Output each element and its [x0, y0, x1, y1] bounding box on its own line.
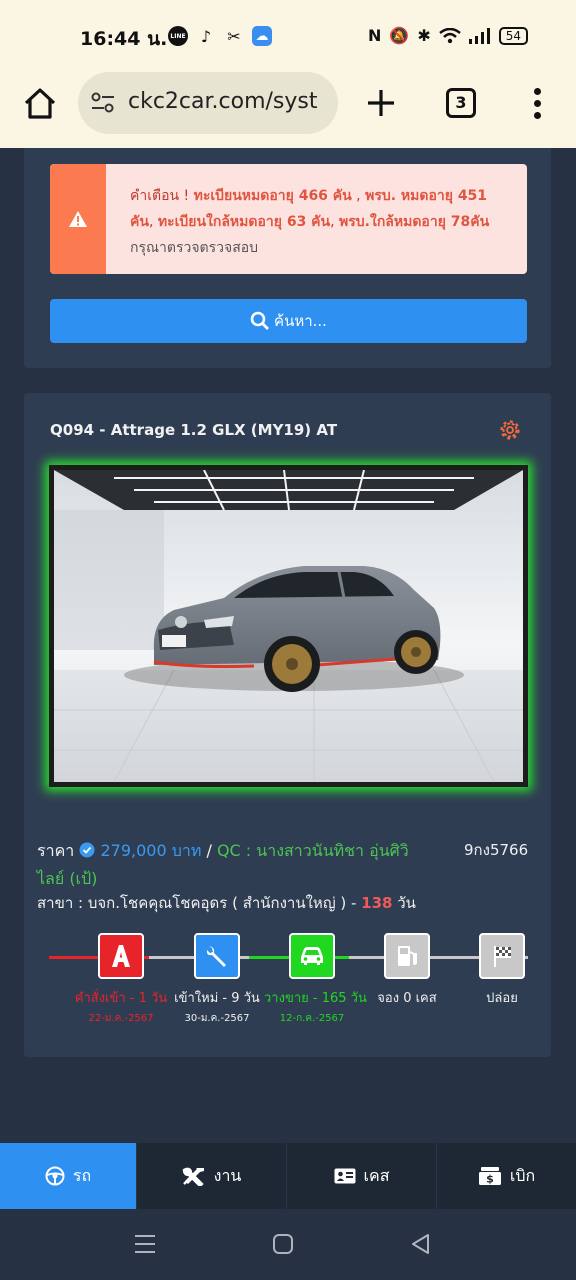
- nav-label: เคส: [363, 1165, 390, 1185]
- new-tab-button[interactable]: [364, 86, 398, 120]
- timeline-date: 12-ก.ค.-2567: [279, 1013, 345, 1024]
- search-button[interactable]: ค้นหา...: [50, 299, 527, 343]
- car-price-info: ราคา 279,000 บาท / QC : นางสาวนันทิชา อุ…: [37, 837, 417, 893]
- recent-apps-button[interactable]: [134, 1233, 156, 1255]
- svg-text:$: $: [486, 1173, 494, 1186]
- timeline-label: วางขาย - 165 วัน: [264, 991, 367, 1006]
- timeline-step-new[interactable]: เข้าใหม่ - 9 วัน 30-ม.ค.-2567: [169, 933, 265, 1026]
- signal-icon: [468, 27, 490, 44]
- weather-app-icon: ☁: [252, 26, 272, 46]
- nav-label: เบิก: [509, 1165, 536, 1185]
- battery-icon: 54: [498, 26, 528, 45]
- steering-wheel-icon: [45, 1166, 65, 1186]
- status-time: 16:44 น.: [80, 28, 168, 50]
- plate-in-photo: [162, 635, 186, 647]
- more-dot-icon: [534, 88, 541, 95]
- alert-card: คำเตือน ! ทะเบียนหมดอายุ 466 คัน , พรบ. …: [24, 148, 551, 368]
- id-card-icon: [334, 1168, 356, 1184]
- status-app-icons: LINE ♪ ✂ ☁: [168, 26, 272, 46]
- price-label: ราคา: [37, 841, 75, 860]
- more-dot-icon: [534, 112, 541, 119]
- more-menu-button[interactable]: [528, 86, 548, 120]
- branch-days: 138: [361, 894, 393, 912]
- url-bar[interactable]: ckc2car.com/syst: [78, 72, 338, 134]
- line-app-icon: LINE: [168, 26, 188, 46]
- branch-info: สาขา : บจก.โชคคุณโชคอุดร ( สำนักงานใหญ่ …: [37, 891, 416, 915]
- verified-icon: [79, 842, 95, 858]
- wrench-icon: [194, 933, 240, 979]
- bluetooth-icon: ✱: [417, 26, 431, 45]
- timeline-date: 30-ม.ค.-2567: [184, 1013, 250, 1024]
- system-nav-bar: [0, 1209, 576, 1280]
- url-text: ckc2car.com/syst: [128, 89, 318, 114]
- timeline-step-released[interactable]: ปล่อย: [454, 933, 550, 1011]
- home-nav-button[interactable]: [273, 1234, 293, 1254]
- timeline-label: เข้าใหม่ - 9 วัน: [174, 991, 260, 1006]
- alert-prefix: คำเตือน !: [130, 188, 194, 204]
- browser-toolbar: ckc2car.com/syst 3: [0, 72, 576, 148]
- warning-icon: [69, 211, 87, 227]
- tools-icon: [182, 1167, 204, 1186]
- nav-item-car[interactable]: รถ: [0, 1143, 137, 1209]
- nav-item-work[interactable]: งาน: [137, 1143, 287, 1209]
- alert-message: คำเตือน ! ทะเบียนหมดอายุ 466 คัน , พรบ. …: [130, 183, 510, 261]
- alert-separator: ,: [330, 214, 340, 230]
- capcut-app-icon: ✂: [227, 26, 241, 46]
- wifi-icon: [438, 27, 461, 43]
- timeline-step-ordered[interactable]: คำสั่งเข้า - 1 วัน 22-ม.ค.-2567: [73, 933, 169, 1026]
- mute-icon: 🔕: [389, 26, 410, 45]
- site-settings-icon[interactable]: [90, 92, 116, 114]
- qc-separator: /: [201, 841, 217, 860]
- status-timeline: คำสั่งเข้า - 1 วัน 22-ม.ค.-2567 เข้าใหม่…: [49, 931, 528, 1041]
- alert-suffix: กรุณาตรวจตรวจสอบ: [130, 240, 259, 256]
- bottom-nav: รถ งาน เคส $ เบิก: [0, 1143, 576, 1209]
- home-button[interactable]: [20, 84, 60, 124]
- timeline-label: คำสั่งเข้า - 1 วัน: [74, 991, 168, 1006]
- expired-registration-count: ทะเบียนหมดอายุ 466 คัน: [193, 188, 352, 204]
- warning-alert: คำเตือน ! ทะเบียนหมดอายุ 466 คัน , พรบ. …: [50, 164, 527, 274]
- tab-switcher-button[interactable]: 3: [446, 88, 476, 118]
- timeline-label: ปล่อย: [486, 991, 518, 1006]
- car-icon: [289, 933, 335, 979]
- near-expiry-registration-count: ทะเบียนใกล้หมดอายุ 63 คัน: [157, 214, 331, 230]
- alert-separator: ,: [148, 214, 158, 230]
- car-title[interactable]: Q094 - Attrage 1.2 GLX (MY19) AT: [50, 421, 337, 439]
- branch-days-unit: วัน: [392, 894, 416, 912]
- alert-sidebar: [50, 164, 106, 274]
- nav-item-withdraw[interactable]: $ เบิก: [437, 1143, 576, 1209]
- tiktok-app-icon: ♪: [200, 26, 212, 46]
- timeline-date: 22-ม.ค.-2567: [88, 1013, 154, 1024]
- alert-separator: ,: [351, 188, 366, 204]
- more-dot-icon: [534, 100, 541, 107]
- search-icon: [250, 311, 270, 330]
- car-photo[interactable]: [49, 465, 528, 787]
- back-nav-button[interactable]: [410, 1233, 430, 1255]
- flag-icon: [479, 933, 525, 979]
- branch-label: สาขา : บจก.โชคคุณโชคอุดร ( สำนักงานใหญ่ …: [37, 894, 362, 912]
- letter-a-icon: [98, 933, 144, 979]
- status-bar: 16:44 น. LINE ♪ ✂ ☁ N 🔕 ✱ 54: [0, 0, 576, 72]
- status-indicators: N 🔕 ✱ 54: [368, 26, 528, 45]
- near-expiry-insurance-count: พรบ.ใกล้หมดอายุ 78คัน: [339, 214, 490, 230]
- car-card: Q094 - Attrage 1.2 GLX (MY19) AT ราคา 27…: [24, 393, 551, 1057]
- car-image: [54, 470, 523, 782]
- car-price: 279,000 บาท: [100, 841, 202, 860]
- fuel-icon: [384, 933, 430, 979]
- timeline-step-booked[interactable]: จอง 0 เคส: [359, 933, 455, 1011]
- timeline-label: จอง 0 เคส: [377, 991, 437, 1006]
- nfc-icon: N: [368, 26, 382, 45]
- timeline-step-on-sale[interactable]: วางขาย - 165 วัน 12-ก.ค.-2567: [264, 933, 367, 1026]
- nav-label: งาน: [213, 1165, 242, 1185]
- nav-item-case[interactable]: เคส: [287, 1143, 437, 1209]
- money-icon: $: [478, 1167, 501, 1186]
- license-plate: 9กง5766: [464, 841, 529, 859]
- nav-label: รถ: [72, 1165, 92, 1185]
- search-label: ค้นหา...: [274, 312, 327, 330]
- gear-icon[interactable]: [499, 419, 521, 441]
